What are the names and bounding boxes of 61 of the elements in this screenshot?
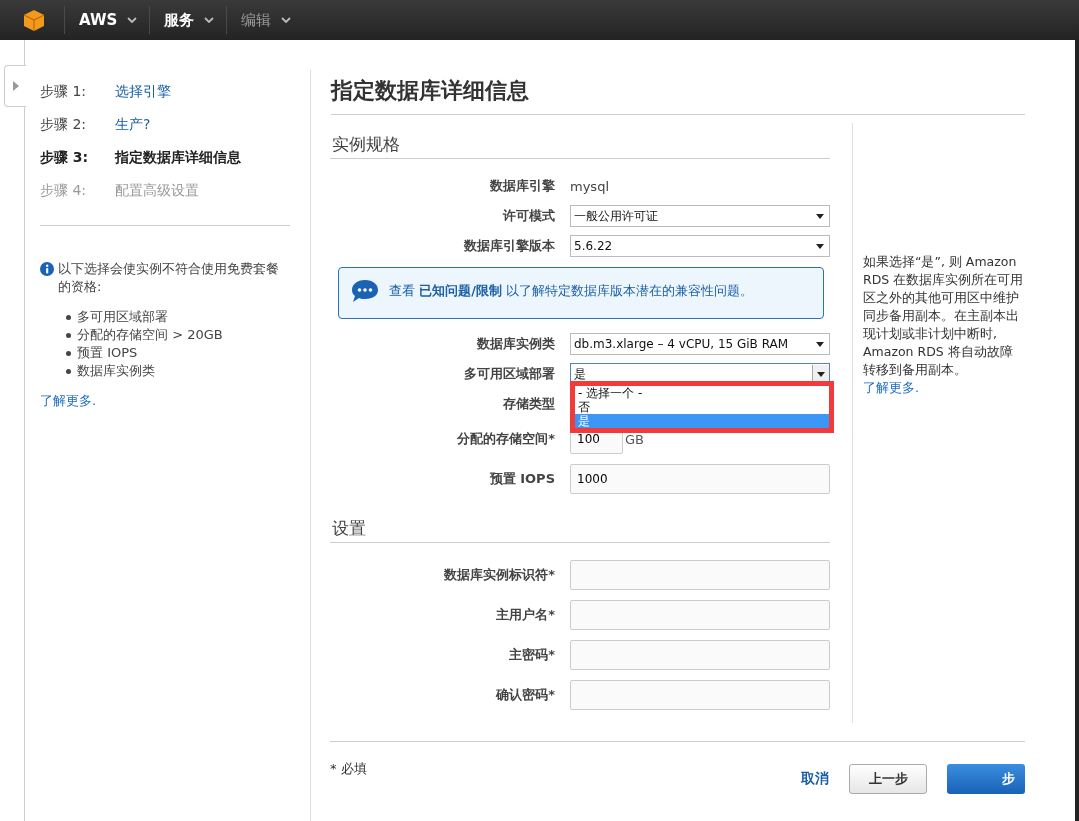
cube-logo-icon[interactable] — [22, 8, 46, 32]
section-heading: 设置 — [330, 517, 830, 543]
cancel-link[interactable]: 取消 — [801, 770, 829, 788]
field-value: mysql — [570, 178, 609, 194]
chevron-down-icon — [127, 17, 138, 23]
next-button[interactable]: 步 — [947, 764, 1025, 794]
field-label: 主密码* — [508, 646, 555, 664]
caret-down-icon — [816, 243, 824, 249]
dropdown-option[interactable]: 否 — [575, 400, 829, 414]
step-number: 步骤 1: — [40, 83, 88, 101]
notice-text: 查看 已知问题/限制 以了解特定数据库版本潜在的兼容性问题。 — [389, 282, 754, 300]
caret-down-icon — [816, 341, 824, 347]
step-link[interactable]: 选择引擎 — [115, 83, 171, 116]
field-label: 数据库实例类 — [476, 335, 555, 353]
caret-down-icon — [816, 213, 824, 219]
step-number: 步骤 3: — [40, 149, 90, 167]
info-icon — [40, 262, 54, 276]
previous-button[interactable]: 上一步 — [849, 764, 927, 794]
speech-bubble-icon — [351, 278, 379, 304]
known-issues-link[interactable]: 已知问题/限制 — [419, 283, 502, 298]
input-field[interactable] — [570, 640, 830, 670]
list-item: 多可用区域部署 — [77, 308, 168, 326]
step-number: 步骤 4: — [40, 182, 88, 200]
dropdown-select[interactable]: db.m3.xlarge – 4 vCPU, 15 GiB RAM — [570, 333, 830, 355]
free-tier-note: 以下选择会使实例不符合使用免费套餐的资格: — [58, 260, 280, 296]
nav-menu[interactable]: 服务 — [150, 0, 227, 40]
help-text: 如果选择“是”, 则 Amazon RDS 在数据库实例所在可用区之外的其他可用区中维护同步备用副本。在主副本出现计划或非计划中断时, Amazon RDS 将自动故障转移到备用副本。 了解更多. — [863, 253, 1025, 397]
input-field[interactable] — [570, 600, 830, 630]
field-label: 确认密码* — [494, 686, 555, 704]
learn-more-link[interactable]: 了解更多. — [40, 393, 97, 408]
field-label: 许可模式 — [502, 207, 555, 225]
field-label: 主用户名* — [495, 606, 555, 624]
list-item: 数据库实例类 — [77, 362, 155, 380]
dropdown-select[interactable]: 5.6.22 — [570, 235, 830, 257]
chevron-down-icon — [204, 17, 215, 23]
list-item: 预置 IOPS — [77, 344, 138, 362]
learn-more-link[interactable]: 了解更多. — [863, 380, 919, 395]
field-label: 存储类型 — [502, 395, 555, 413]
step-number: 步骤 2: — [40, 116, 88, 134]
input-field[interactable] — [570, 680, 830, 710]
caret-down-icon — [817, 371, 825, 377]
field-label: 数据库引擎 — [489, 177, 555, 195]
input-field[interactable] — [570, 560, 830, 590]
section-heading: 实例规格 — [330, 133, 830, 159]
required-note: * 必填 — [330, 760, 367, 778]
field-label: 多可用区域部署 — [463, 365, 555, 383]
dropdown-select[interactable]: 一般公用许可证 — [570, 205, 830, 227]
page-title: 指定数据库详细信息 — [331, 76, 1025, 115]
step-link[interactable]: 生产? — [115, 116, 151, 149]
sidebar-toggle-tab[interactable] — [4, 65, 26, 107]
unit-label: GB — [625, 431, 644, 447]
chevron-down-icon — [281, 17, 292, 23]
field-label: 预置 IOPS — [488, 470, 555, 488]
dropdown-option[interactable]: - 选择一个 - — [575, 386, 829, 400]
input-field[interactable]: 1000 — [570, 464, 830, 494]
list-item: 分配的存储空间 > 20GB — [77, 326, 223, 344]
field-label: 数据库引擎版本 — [463, 237, 555, 255]
field-label: 分配的存储空间* — [456, 430, 555, 448]
triangle-right-icon — [12, 81, 19, 91]
nav-menu[interactable]: AWS — [65, 0, 150, 40]
field-label: 数据库实例标识符* — [443, 566, 555, 584]
